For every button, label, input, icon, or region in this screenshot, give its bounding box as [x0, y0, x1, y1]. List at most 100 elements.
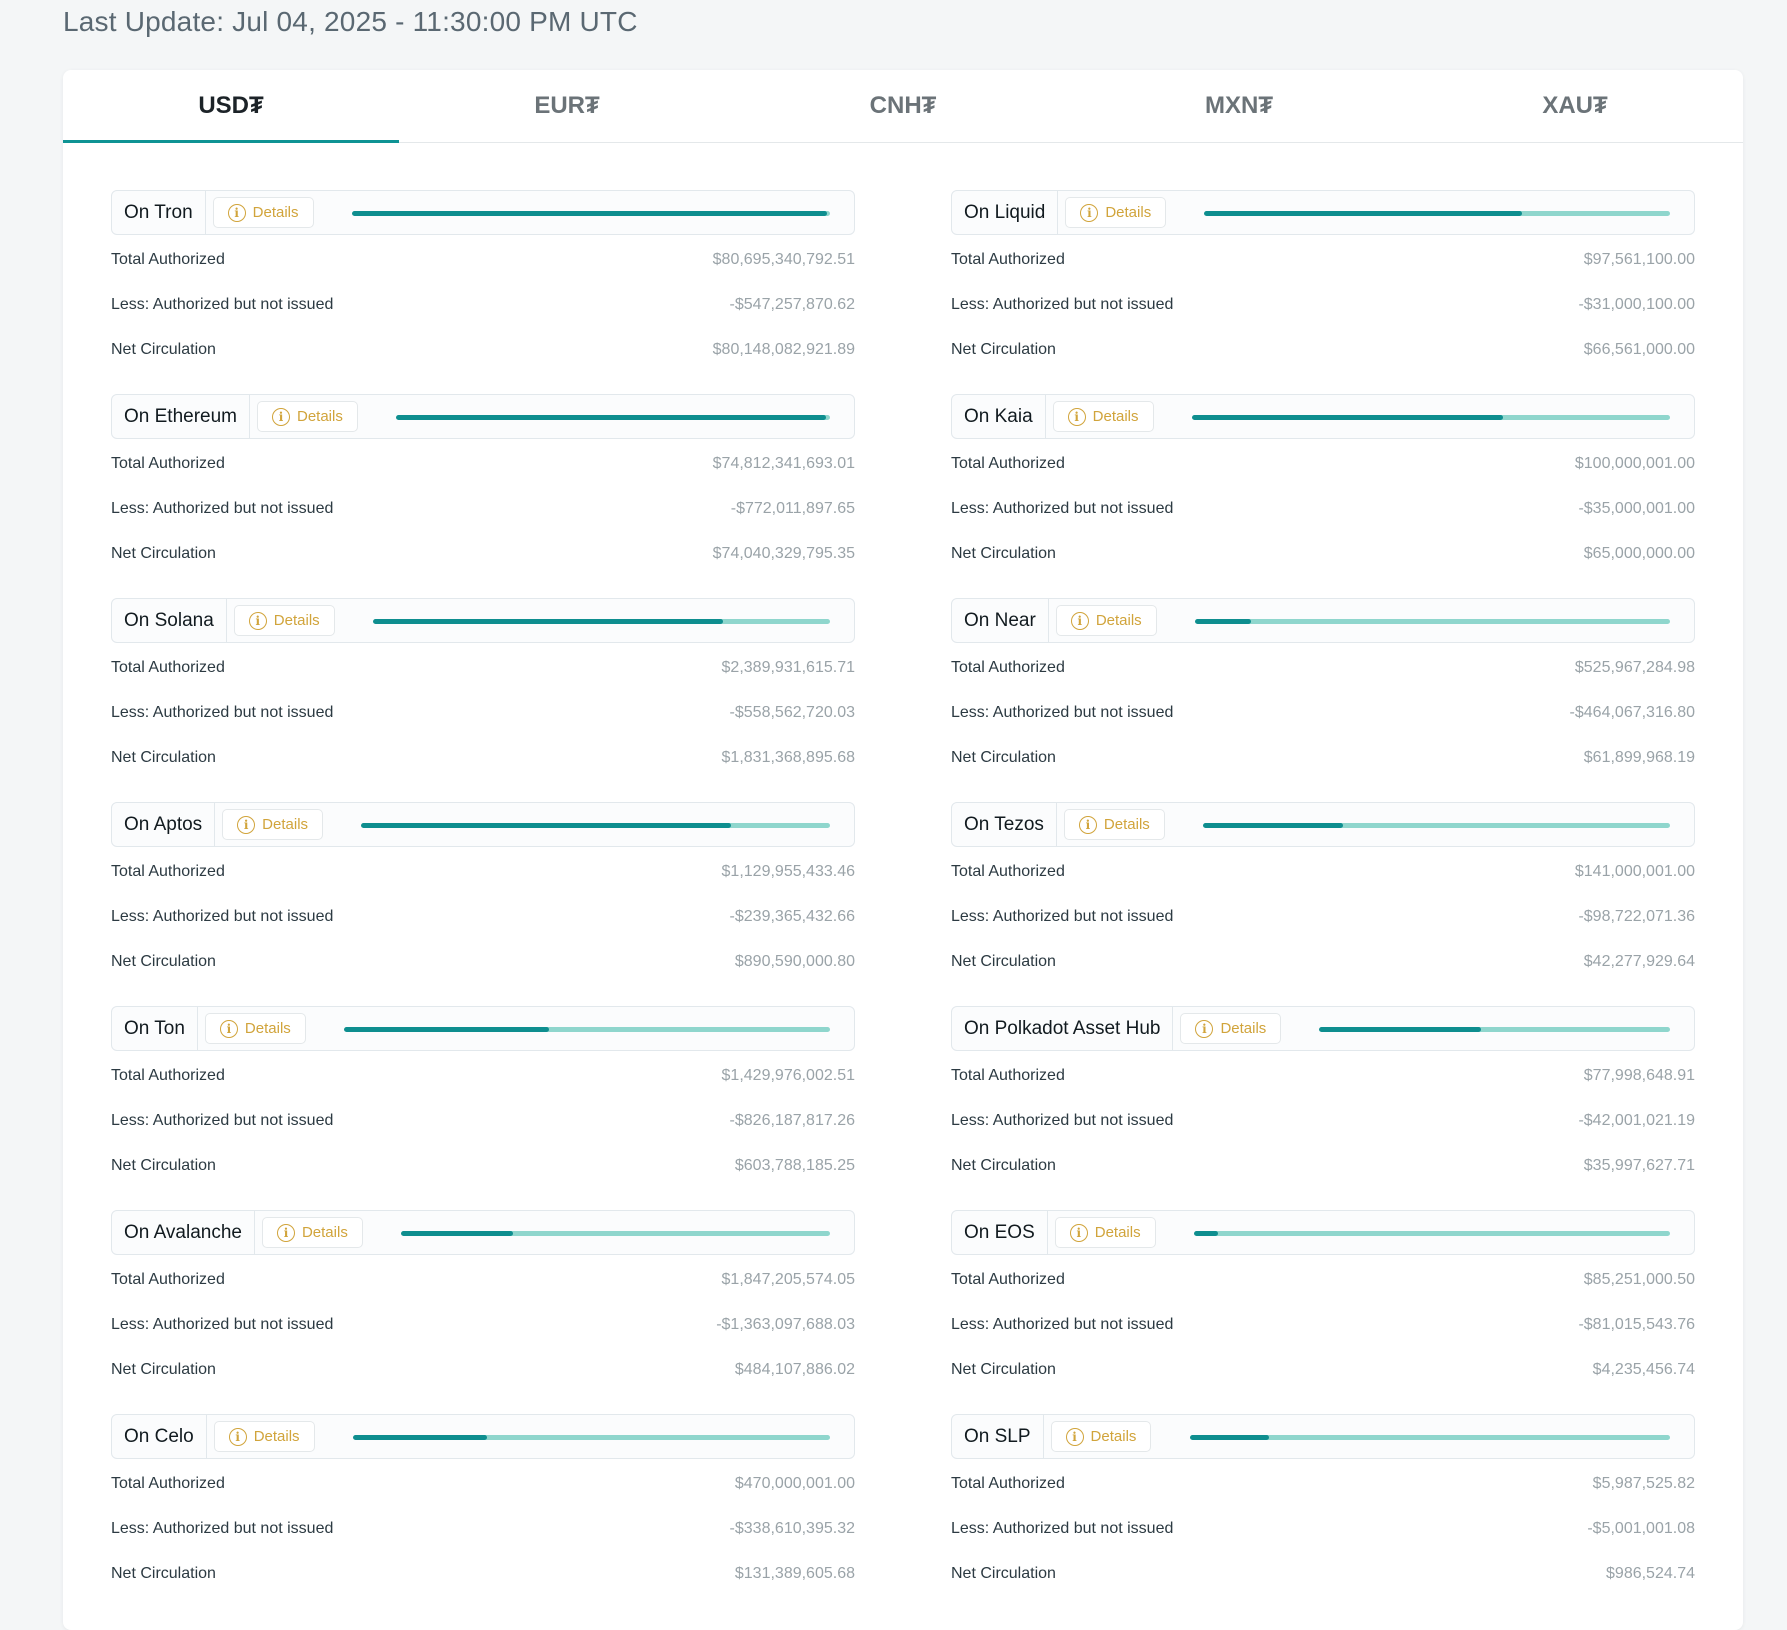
chain-header: On Ethereum i Details: [111, 394, 855, 439]
net-circulation-row: Net Circulation $603,788,185.25: [111, 1143, 855, 1188]
details-button[interactable]: i Details: [204, 1013, 306, 1044]
net-circulation-value: $1,831,368,895.68: [721, 748, 855, 766]
net-circulation-row: Net Circulation $66,561,000.00: [951, 327, 1695, 372]
not-issued-label: Less: Authorized but not issued: [111, 907, 334, 925]
total-authorized-value: $74,812,341,693.01: [712, 454, 855, 472]
circulation-bar-fill: [344, 1027, 550, 1032]
chain-block: On EOS i Details Total Authorized $85,25…: [951, 1210, 1695, 1414]
total-authorized-row: Total Authorized $470,000,001.00: [111, 1461, 855, 1506]
circulation-bar: [1192, 415, 1670, 420]
total-authorized-label: Total Authorized: [111, 454, 225, 472]
net-circulation-value: $484,107,886.02: [734, 1360, 855, 1378]
details-button[interactable]: i Details: [1063, 809, 1165, 840]
chain-block: On Tezos i Details Total Authorized $141…: [951, 802, 1695, 1006]
details-button[interactable]: i Details: [1054, 1217, 1156, 1248]
not-issued-label: Less: Authorized but not issued: [111, 1519, 334, 1537]
tab-xaut[interactable]: XAU₮: [1407, 70, 1743, 142]
not-issued-value: -$239,365,432.66: [729, 907, 855, 925]
details-label: Details: [273, 612, 320, 629]
not-issued-row: Less: Authorized but not issued -$547,25…: [111, 282, 855, 327]
details-label: Details: [1105, 204, 1152, 221]
total-authorized-label: Total Authorized: [951, 1066, 1065, 1084]
net-circulation-label: Net Circulation: [951, 544, 1056, 562]
circulation-bar-fill: [1204, 211, 1522, 216]
chain-header: On Liquid i Details: [951, 190, 1695, 235]
chain-header: On Near i Details: [951, 598, 1695, 643]
chain-header: On Kaia i Details: [951, 394, 1695, 439]
net-circulation-value: $4,235,456.74: [1592, 1360, 1695, 1378]
details-button[interactable]: i Details: [257, 401, 358, 432]
not-issued-label: Less: Authorized but not issued: [951, 703, 1174, 721]
net-circulation-row: Net Circulation $65,000,000.00: [951, 531, 1695, 576]
chain-block: On Celo i Details Total Authorized $470,…: [111, 1414, 855, 1618]
not-issued-row: Less: Authorized but not issued -$464,06…: [951, 690, 1695, 735]
not-issued-label: Less: Authorized but not issued: [951, 1315, 1174, 1333]
not-issued-label: Less: Authorized but not issued: [951, 499, 1174, 517]
chain-name: On Ton: [112, 1007, 198, 1050]
total-authorized-label: Total Authorized: [951, 250, 1065, 268]
chain-block: On Ton i Details Total Authorized $1,429…: [111, 1006, 855, 1210]
total-authorized-row: Total Authorized $525,967,284.98: [951, 645, 1695, 690]
net-circulation-value: $42,277,929.64: [1583, 952, 1695, 970]
total-authorized-row: Total Authorized $97,561,100.00: [951, 237, 1695, 282]
info-icon: i: [237, 815, 256, 834]
total-authorized-row: Total Authorized $2,389,931,615.71: [111, 645, 855, 690]
details-button[interactable]: i Details: [1052, 401, 1154, 432]
tab-eurt[interactable]: EUR₮: [399, 70, 735, 142]
tab-cnht[interactable]: CNH₮: [735, 70, 1071, 142]
circulation-card: USD₮ EUR₮ CNH₮ MXN₮ XAU₮ On Tron i Detai…: [63, 70, 1743, 1630]
info-icon: i: [227, 203, 246, 222]
tab-usdt[interactable]: USD₮: [63, 70, 399, 143]
not-issued-value: -$772,011,897.65: [730, 499, 855, 517]
not-issued-row: Less: Authorized but not issued -$1,363,…: [111, 1302, 855, 1347]
details-button[interactable]: i Details: [1180, 1013, 1282, 1044]
chain-header: On Avalanche i Details: [111, 1210, 855, 1255]
chain-name: On EOS: [952, 1211, 1048, 1254]
details-button[interactable]: i Details: [213, 1421, 315, 1452]
not-issued-value: -$5,001,001.08: [1587, 1519, 1695, 1537]
not-issued-value: -$1,363,097,688.03: [716, 1315, 855, 1333]
total-authorized-label: Total Authorized: [111, 1270, 225, 1288]
chain-header: On Polkadot Asset Hub i Details: [951, 1006, 1695, 1051]
details-button[interactable]: i Details: [212, 197, 314, 228]
circulation-bar: [1190, 1435, 1670, 1440]
total-authorized-value: $141,000,001.00: [1574, 862, 1695, 880]
tab-mxnt[interactable]: MXN₮: [1071, 70, 1407, 142]
currency-tabs: USD₮ EUR₮ CNH₮ MXN₮ XAU₮: [63, 70, 1743, 143]
not-issued-row: Less: Authorized but not issued -$42,001…: [951, 1098, 1695, 1143]
chain-block: On Solana i Details Total Authorized $2,…: [111, 598, 855, 802]
not-issued-row: Less: Authorized but not issued -$31,000…: [951, 282, 1695, 327]
chain-block: On Liquid i Details Total Authorized $97…: [951, 190, 1695, 394]
info-icon: i: [219, 1019, 238, 1038]
total-authorized-row: Total Authorized $1,129,955,433.46: [111, 849, 855, 894]
total-authorized-value: $100,000,001.00: [1574, 454, 1695, 472]
net-circulation-value: $65,000,000.00: [1583, 544, 1695, 562]
details-button[interactable]: i Details: [233, 605, 335, 636]
chain-name: On Kaia: [952, 395, 1046, 438]
details-label: Details: [297, 408, 343, 425]
details-label: Details: [262, 816, 309, 833]
net-circulation-row: Net Circulation $1,831,368,895.68: [111, 735, 855, 780]
chain-header: On EOS i Details: [951, 1210, 1695, 1255]
chain-name: On Tron: [112, 191, 206, 234]
details-button[interactable]: i Details: [261, 1217, 363, 1248]
net-circulation-label: Net Circulation: [111, 1564, 216, 1582]
total-authorized-row: Total Authorized $85,251,000.50: [951, 1257, 1695, 1302]
not-issued-row: Less: Authorized but not issued -$826,18…: [111, 1098, 855, 1143]
chain-name: On Celo: [112, 1415, 207, 1458]
net-circulation-label: Net Circulation: [111, 544, 216, 562]
chain-header: On Tron i Details: [111, 190, 855, 235]
details-label: Details: [1095, 612, 1142, 629]
circulation-bar: [1203, 823, 1670, 828]
details-button[interactable]: i Details: [222, 809, 324, 840]
net-circulation-row: Net Circulation $890,590,000.80: [111, 939, 855, 984]
not-issued-value: -$826,187,817.26: [729, 1111, 855, 1129]
net-circulation-row: Net Circulation $74,040,329,795.35: [111, 531, 855, 576]
details-button[interactable]: i Details: [1065, 197, 1167, 228]
info-icon: i: [1080, 203, 1099, 222]
net-circulation-label: Net Circulation: [951, 952, 1056, 970]
details-button[interactable]: i Details: [1055, 605, 1157, 636]
chain-header: On SLP i Details: [951, 1414, 1695, 1459]
details-button[interactable]: i Details: [1050, 1421, 1152, 1452]
details-label: Details: [301, 1224, 348, 1241]
